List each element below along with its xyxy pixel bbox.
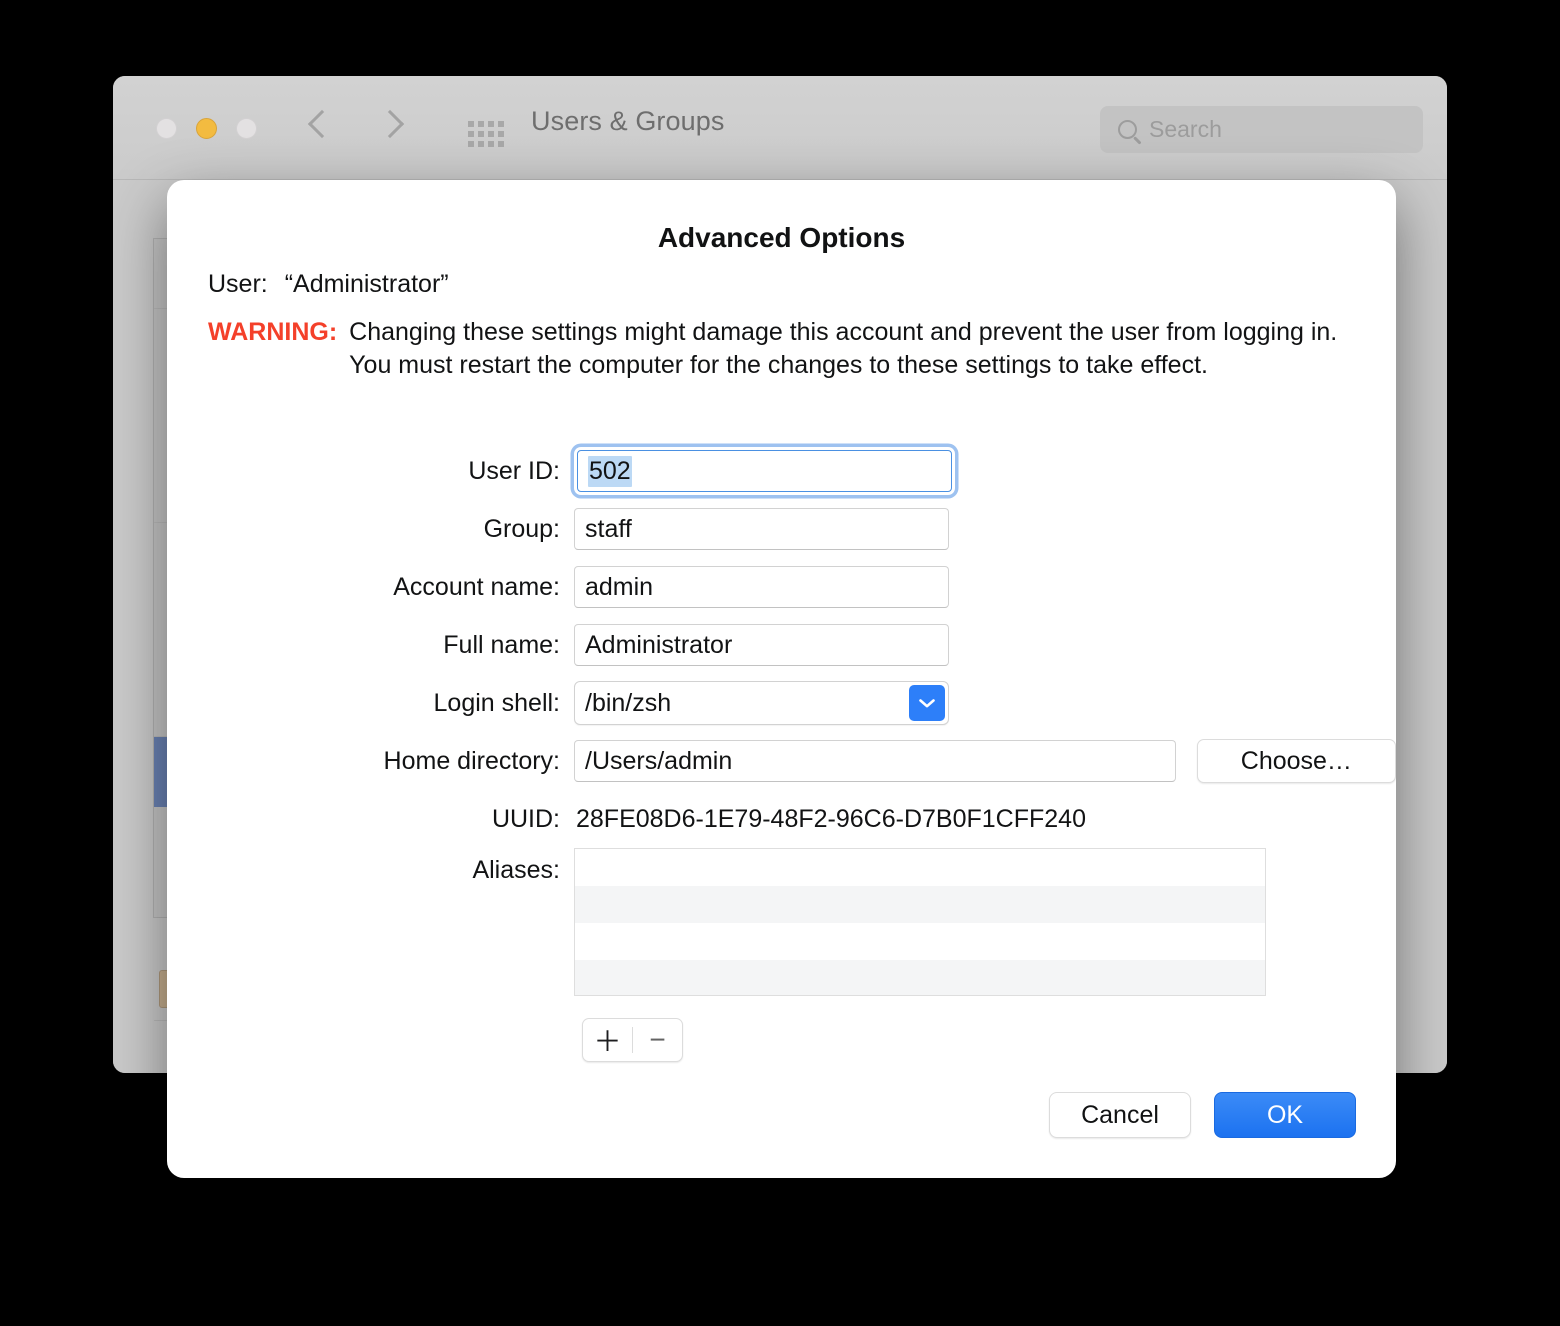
full-name-value: Administrator <box>585 630 733 659</box>
advanced-options-form: User ID: 502 Group: staff Account name: … <box>167 442 1396 996</box>
aliases-label: Aliases: <box>472 856 560 884</box>
group-value: staff <box>585 514 632 543</box>
screen: Users & Groups Search Advanced Options U… <box>0 0 1560 1326</box>
show-all-grid-icon[interactable] <box>468 121 504 147</box>
list-item[interactable] <box>575 886 1265 923</box>
user-label: User: <box>208 270 268 298</box>
search-field[interactable]: Search <box>1100 106 1423 153</box>
login-shell-label: Login shell: <box>433 688 560 717</box>
forward-chevron-icon[interactable] <box>379 106 401 146</box>
warning-label: WARNING: <box>208 318 338 346</box>
full-name-input[interactable]: Administrator <box>574 624 949 666</box>
home-directory-value: /Users/admin <box>585 746 733 775</box>
uuid-value: 28FE08D6-1E79-48F2-96C6-D7B0F1CFF240 <box>576 804 1086 833</box>
account-name-value: admin <box>585 572 654 601</box>
account-name-label: Account name: <box>393 572 560 601</box>
home-directory-input[interactable]: /Users/admin <box>574 740 1176 782</box>
ok-button[interactable]: OK <box>1214 1092 1356 1138</box>
user-id-input[interactable]: 502 <box>577 450 952 492</box>
dialog-footer: Cancel OK <box>1049 1092 1356 1138</box>
full-name-row: Full name: Administrator <box>167 616 1396 674</box>
home-directory-label: Home directory: <box>383 746 560 775</box>
close-button[interactable] <box>156 118 177 139</box>
add-alias-button[interactable]: ＋ <box>583 1019 632 1061</box>
home-directory-row: Home directory: /Users/admin Choose… <box>167 732 1396 790</box>
list-item[interactable] <box>575 849 1265 886</box>
search-icon <box>1118 120 1137 139</box>
uuid-row: UUID: 28FE08D6-1E79-48F2-96C6-D7B0F1CFF2… <box>167 790 1396 848</box>
login-shell-value: /bin/zsh <box>585 688 672 717</box>
user-id-value: 502 <box>588 455 632 487</box>
user-row: User: “Administrator” <box>208 270 449 299</box>
user-id-focus-ring: 502 <box>574 447 955 495</box>
user-value: “Administrator” <box>284 270 449 298</box>
login-shell-combobox[interactable]: /bin/zsh <box>574 681 949 725</box>
window-title: Users & Groups <box>531 106 725 136</box>
account-name-input[interactable]: admin <box>574 566 949 608</box>
dialog-title: Advanced Options <box>657 222 906 253</box>
remove-alias-button[interactable]: − <box>633 1019 682 1061</box>
choose-button[interactable]: Choose… <box>1196 739 1396 783</box>
warning-block: WARNING: Changing these settings might d… <box>208 316 1368 382</box>
uuid-label: UUID: <box>491 804 560 833</box>
group-row: Group: staff <box>167 500 1396 558</box>
login-shell-row: Login shell: /bin/zsh <box>167 674 1396 732</box>
aliases-list[interactable] <box>574 848 1266 996</box>
account-name-row: Account name: admin <box>167 558 1396 616</box>
user-id-label: User ID: <box>468 456 560 485</box>
navigation-arrows <box>309 106 401 146</box>
group-input[interactable]: staff <box>574 508 949 550</box>
group-label: Group: <box>483 514 560 543</box>
warning-text: Changing these settings might damage thi… <box>349 318 1338 379</box>
alias-add-remove-buttons: ＋ − <box>582 1018 683 1062</box>
back-chevron-icon[interactable] <box>309 106 331 146</box>
cancel-button[interactable]: Cancel <box>1049 1092 1191 1138</box>
zoom-button[interactable] <box>236 118 257 139</box>
full-name-label: Full name: <box>443 630 560 659</box>
traffic-lights <box>156 118 257 139</box>
list-item[interactable] <box>575 960 1265 995</box>
minimize-button[interactable] <box>196 118 217 139</box>
search-placeholder: Search <box>1149 116 1222 142</box>
user-id-row: User ID: 502 <box>167 442 1396 500</box>
window-titlebar[interactable]: Users & Groups Search <box>113 76 1447 180</box>
chevron-down-icon[interactable] <box>909 685 945 721</box>
list-item[interactable] <box>575 923 1265 960</box>
aliases-row: Aliases: <box>167 848 1396 996</box>
advanced-options-dialog: Advanced Options User: “Administrator” W… <box>167 180 1396 1178</box>
